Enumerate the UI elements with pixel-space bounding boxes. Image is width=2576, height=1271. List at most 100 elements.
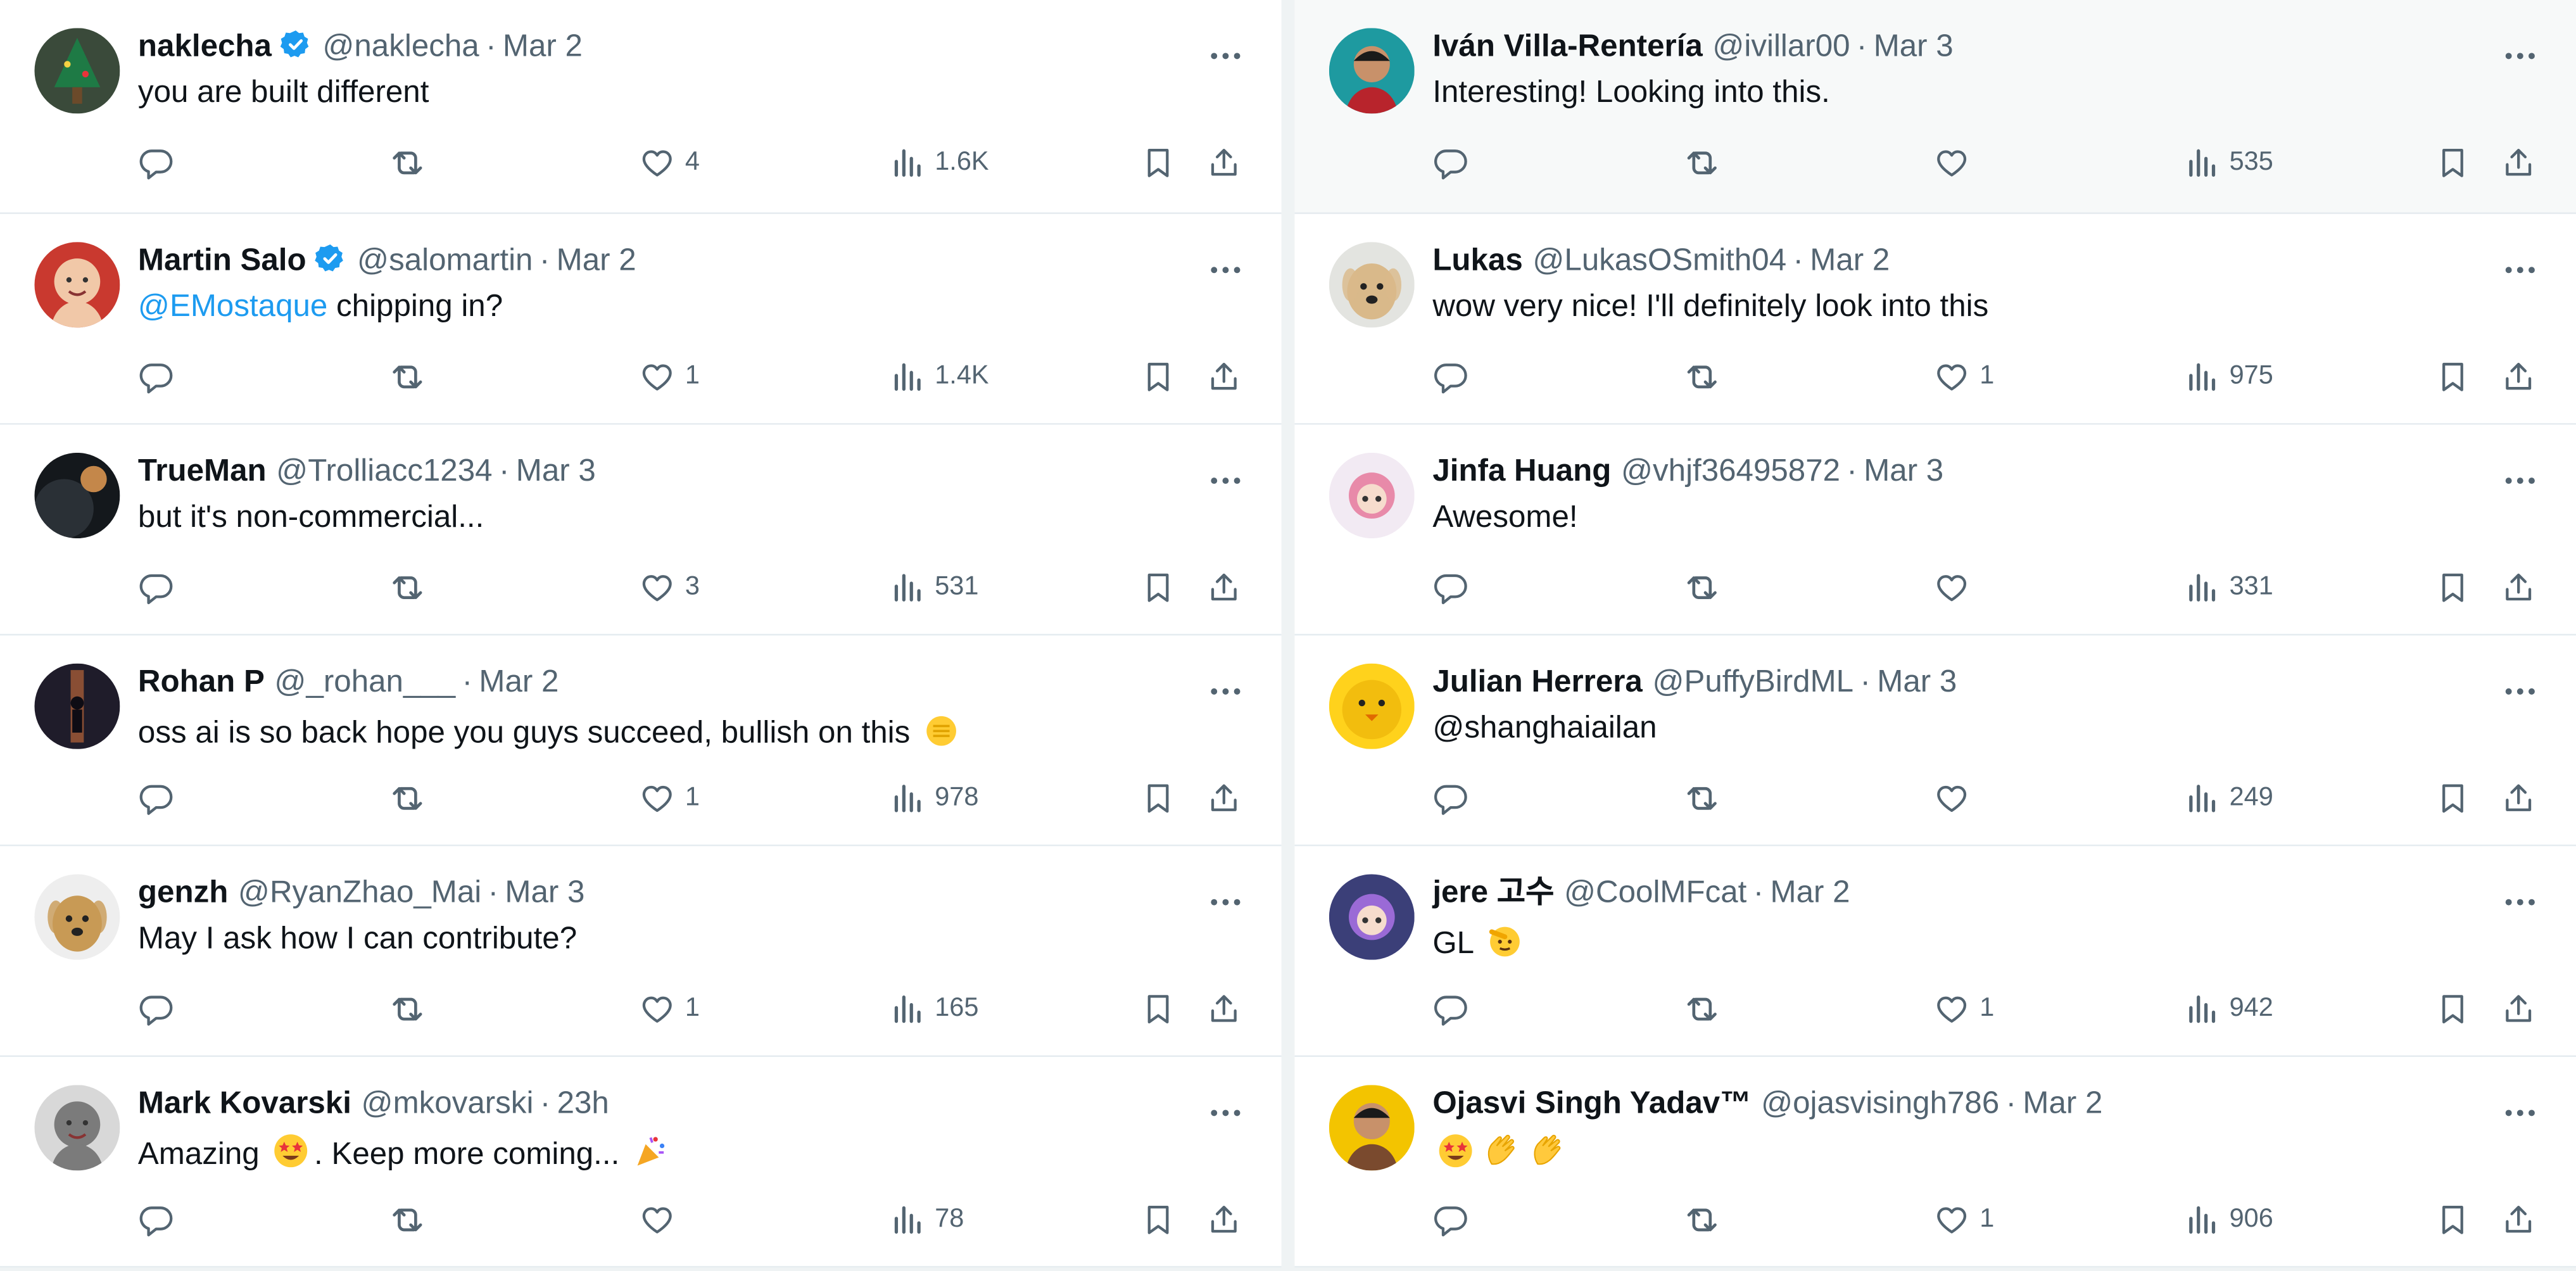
timestamp[interactable]: Mar 2 — [1771, 876, 1850, 911]
retweet-button[interactable] — [388, 1199, 437, 1242]
author-name[interactable]: Ojasvi Singh Yadav™ — [1432, 1087, 1751, 1122]
tweet[interactable]: Mark Kovarski @mkovarski · 23h Amazing . Kee… — [0, 1057, 1282, 1268]
bookmark-button[interactable] — [2435, 988, 2471, 1031]
bookmark-button[interactable] — [1140, 777, 1177, 820]
bookmark-button[interactable] — [1140, 988, 1177, 1031]
avatar[interactable] — [1329, 28, 1415, 114]
like-button[interactable]: 1 — [1934, 988, 1994, 1031]
reply-button[interactable] — [1432, 777, 1479, 820]
author-name[interactable]: Jinfa Huang — [1432, 455, 1611, 490]
like-button[interactable] — [1934, 777, 1980, 820]
bookmark-button[interactable] — [1140, 356, 1177, 399]
more-options-icon[interactable] — [2501, 250, 2540, 298]
more-options-icon[interactable] — [2501, 882, 2540, 930]
views-button[interactable]: 906 — [2183, 1199, 2273, 1242]
timestamp[interactable]: Mar 3 — [505, 876, 584, 911]
share-button[interactable] — [2501, 988, 2537, 1031]
bookmark-button[interactable] — [1140, 142, 1177, 185]
avatar[interactable] — [1329, 874, 1415, 960]
reply-button[interactable] — [138, 142, 184, 185]
bookmark-button[interactable] — [1140, 1199, 1177, 1242]
like-button[interactable] — [1934, 142, 1980, 185]
retweet-button[interactable] — [1683, 777, 1732, 820]
timestamp[interactable]: Mar 3 — [1877, 665, 1957, 700]
views-button[interactable]: 249 — [2183, 777, 2273, 820]
retweet-button[interactable] — [388, 988, 437, 1031]
timestamp[interactable]: Mar 2 — [503, 30, 583, 65]
reply-button[interactable] — [138, 356, 184, 399]
author-handle[interactable]: @mkovarski — [362, 1087, 534, 1122]
more-options-icon[interactable] — [2501, 36, 2540, 84]
retweet-button[interactable] — [388, 777, 437, 820]
retweet-button[interactable] — [388, 356, 437, 399]
avatar[interactable] — [1329, 663, 1415, 749]
share-button[interactable] — [2501, 142, 2537, 185]
like-button[interactable] — [1934, 566, 1980, 609]
reply-button[interactable] — [138, 777, 184, 820]
tweet[interactable]: genzh @RyanZhao_Mai · Mar 3 May I ask how I … — [0, 846, 1282, 1058]
like-button[interactable]: 3 — [639, 566, 700, 609]
author-name[interactable]: Mark Kovarski — [138, 1087, 351, 1122]
retweet-button[interactable] — [388, 566, 437, 609]
bookmark-button[interactable] — [2435, 356, 2471, 399]
tweet[interactable]: naklecha @naklecha · Mar 2 you are built dif… — [0, 0, 1282, 214]
tweet[interactable]: Jinfa Huang @vhjf36495872 · Mar 3 Awesome! 33… — [1294, 424, 2576, 636]
author-name[interactable]: naklecha — [138, 30, 272, 65]
share-button[interactable] — [1206, 777, 1242, 820]
author-name[interactable]: Rohan P — [138, 665, 265, 700]
reply-button[interactable] — [1432, 142, 1479, 185]
timestamp[interactable]: Mar 3 — [1864, 455, 1943, 490]
like-button[interactable]: 1 — [1934, 356, 1994, 399]
avatar[interactable] — [34, 452, 120, 539]
reply-button[interactable] — [138, 988, 184, 1031]
bookmark-button[interactable] — [2435, 566, 2471, 609]
timestamp[interactable]: 23h — [557, 1087, 609, 1122]
timestamp[interactable]: Mar 2 — [1810, 244, 1890, 279]
avatar[interactable] — [34, 242, 120, 328]
reply-button[interactable] — [138, 1199, 184, 1242]
views-button[interactable]: 535 — [2183, 142, 2273, 185]
reply-button[interactable] — [1432, 356, 1479, 399]
retweet-button[interactable] — [388, 142, 437, 185]
share-button[interactable] — [2501, 1199, 2537, 1242]
tweet[interactable]: TrueMan @Trolliacc1234 · Mar 3 but it's non-… — [0, 424, 1282, 636]
avatar[interactable] — [1329, 452, 1415, 539]
author-handle[interactable]: @ivillar00 — [1712, 30, 1850, 65]
share-button[interactable] — [2501, 777, 2537, 820]
author-handle[interactable]: @vhjf36495872 — [1621, 455, 1840, 490]
share-button[interactable] — [1206, 1199, 1242, 1242]
views-button[interactable]: 78 — [889, 1199, 964, 1242]
author-handle[interactable]: @salomartin — [357, 244, 533, 279]
bookmark-button[interactable] — [2435, 777, 2471, 820]
like-button[interactable]: 1 — [639, 988, 700, 1031]
bookmark-button[interactable] — [1140, 566, 1177, 609]
more-options-icon[interactable] — [1206, 882, 1245, 930]
author-handle[interactable]: @CoolMFcat — [1564, 876, 1746, 911]
timestamp[interactable]: Mar 2 — [479, 665, 559, 700]
share-button[interactable] — [2501, 566, 2537, 609]
retweet-button[interactable] — [1683, 988, 1732, 1031]
timestamp[interactable]: Mar 2 — [2023, 1087, 2102, 1122]
timestamp[interactable]: Mar 3 — [1874, 30, 1954, 65]
views-button[interactable]: 975 — [2183, 356, 2273, 399]
more-options-icon[interactable] — [1206, 672, 1245, 719]
tweet[interactable]: Ojasvi Singh Yadav™ @ojasvisingh786 · Mar 2… — [1294, 1057, 2576, 1268]
share-button[interactable] — [1206, 142, 1242, 185]
author-handle[interactable]: @naklecha — [322, 30, 479, 65]
author-handle[interactable]: @RyanZhao_Mai — [238, 876, 481, 911]
tweet[interactable]: Lukas @LukasOSmith04 · Mar 2 wow very nice! … — [1294, 213, 2576, 425]
avatar[interactable] — [1329, 1085, 1415, 1171]
more-options-icon[interactable] — [2501, 461, 2540, 509]
views-button[interactable]: 331 — [2183, 566, 2273, 609]
tweet[interactable]: Iván Villa-Rentería @ivillar00 · Mar 3 Inter… — [1294, 0, 2576, 214]
retweet-button[interactable] — [1683, 142, 1732, 185]
share-button[interactable] — [1206, 566, 1242, 609]
author-handle[interactable]: @ojasvisingh786 — [1761, 1087, 1999, 1122]
views-button[interactable]: 531 — [889, 566, 978, 609]
more-options-icon[interactable] — [2501, 672, 2540, 719]
views-button[interactable]: 1.6K — [889, 142, 989, 185]
avatar[interactable] — [34, 663, 120, 749]
views-button[interactable]: 165 — [889, 988, 978, 1031]
share-button[interactable] — [1206, 356, 1242, 399]
avatar[interactable] — [34, 28, 120, 114]
